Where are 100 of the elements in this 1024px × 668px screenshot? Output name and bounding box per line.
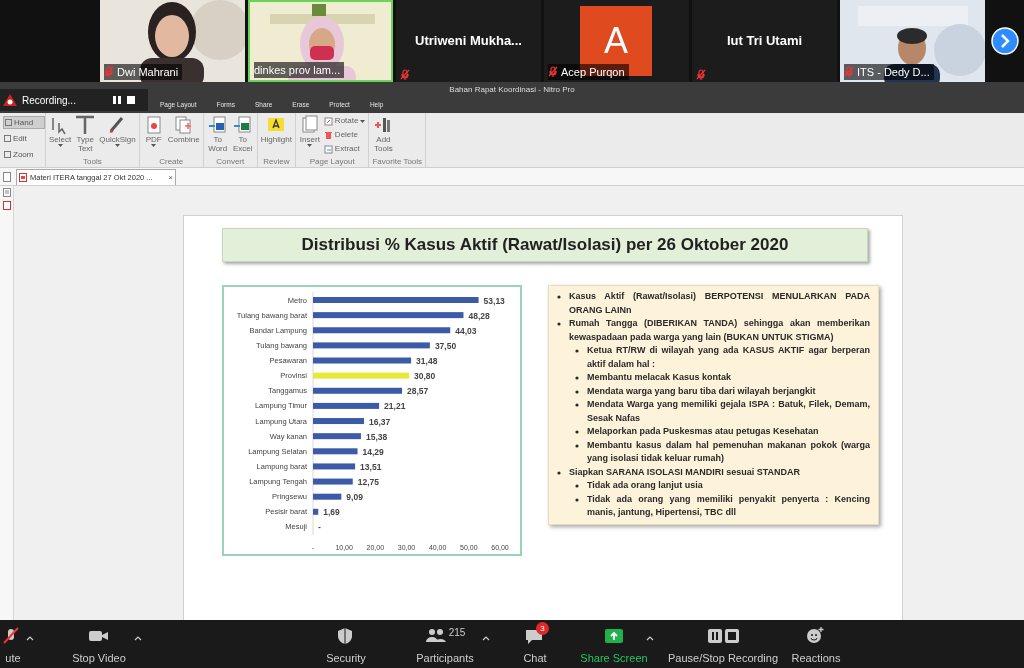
value-label: 1,69 (323, 507, 340, 518)
tool-icon (173, 115, 194, 135)
toolbar-button[interactable]: Share Screen (578, 625, 650, 667)
bullet-icon (557, 295, 561, 299)
toolbar-button[interactable]: Reactions (790, 625, 842, 667)
tool-icon (299, 115, 320, 135)
bullet-icon (575, 349, 579, 353)
value-label: 31,48 (416, 356, 438, 366)
bullet-text: Kasus Aktif (Rawat/Isolasi) BERPOTENSI MENULARKAN PADA ORANG LAINn (569, 290, 870, 317)
page-icon[interactable] (3, 171, 11, 182)
bullet-text: Siapkan SARANA ISOLASI MANDIRI sesuai STANDAR (569, 465, 802, 479)
smiley-icon (805, 626, 827, 646)
ribbon-button[interactable]: To Excel (231, 115, 254, 157)
toolbar-button[interactable]: Security (318, 625, 374, 667)
view-tool-button[interactable]: Edit (3, 132, 45, 145)
ribbon-button[interactable]: PDF (142, 115, 165, 157)
bullet-icon (575, 484, 579, 488)
value-label: - (318, 522, 321, 533)
bullet-icon (575, 430, 579, 434)
window-title: Bahan Rapat Koordinasi - Nitro Pro (449, 84, 575, 95)
participant-name: dinkes prov lam... (254, 62, 341, 78)
ribbon-button[interactable]: Combine (167, 115, 200, 157)
recording-label: Recording... (22, 93, 77, 108)
ribbon-button[interactable]: Highlight (260, 115, 292, 157)
participant-name: ITS - Dedy D... (857, 64, 930, 80)
value-label: 13,51 (360, 461, 382, 472)
stop-icon[interactable] (126, 95, 136, 105)
value-label: 12,75 (357, 477, 379, 488)
value-label: 21,21 (384, 401, 406, 412)
group-label: Page Layout (308, 157, 356, 166)
bullet-icon (575, 376, 579, 380)
caret-icon[interactable] (646, 636, 654, 641)
pause-icon[interactable] (112, 95, 122, 105)
value-label: 15,38 (365, 431, 388, 442)
participant-count: 215 (448, 626, 466, 640)
group-label: Tools (82, 157, 103, 166)
value-label: 48,28 (468, 310, 490, 321)
attachment-icon[interactable] (2, 188, 11, 197)
pause-stop-icon (706, 626, 740, 646)
ribbon-button[interactable]: QuickSign (99, 115, 136, 157)
bullet-icon (575, 389, 579, 394)
caret-icon[interactable] (26, 636, 34, 641)
bullet-icon (557, 470, 561, 475)
participant-name: Utriweni Mukha... (414, 32, 523, 50)
tool-icon (232, 115, 253, 135)
slide-title: Distribusi % Kasus Aktif (Rawat/Isolasi) per 26 Oktober 2020 (222, 228, 868, 262)
ribbon-button[interactable]: Rotate (323, 115, 366, 127)
notification-badge: 3 (536, 622, 549, 635)
close-button[interactable]: × (168, 171, 173, 184)
tool-icon (323, 144, 333, 154)
bullet-text: Tidak ada orang lanjut usia (587, 479, 704, 492)
bullet-text: Membantu kasus dalam hal pemenuhan makanan pokok (warga yang isolasi tidak keluar rumah) (587, 438, 870, 465)
bullet-icon (575, 403, 579, 407)
tool-icon (4, 135, 11, 142)
bullet-text: Membantu melacak Kasus kontak (587, 371, 733, 384)
toolbar-button[interactable]: Pause/Stop Recording (664, 625, 782, 667)
participant-name: Acep Purqon (561, 64, 625, 80)
value-label: 30,80 (414, 371, 436, 382)
ribbon-button[interactable]: Add Tools (372, 115, 395, 157)
view-tool-button[interactable]: Hand (3, 116, 45, 129)
bookmark-icon[interactable] (2, 201, 11, 210)
ribbon-button[interactable]: Type Text (74, 115, 97, 157)
value-label: 9,09 (346, 492, 363, 503)
ribbon-button[interactable]: Select (49, 115, 72, 157)
group-label: Convert (215, 157, 246, 166)
tool-icon (207, 115, 228, 135)
toolbar-button[interactable]: ute (0, 625, 30, 667)
value-label: 37,50 (434, 340, 457, 351)
ribbon-button[interactable]: Delete (323, 129, 366, 141)
bullet-icon (575, 497, 579, 502)
value-label: 28,57 (407, 386, 429, 397)
value-label: 53,13 (483, 295, 505, 306)
group-label: Create (158, 157, 185, 166)
value-label: 14,29 (362, 446, 384, 457)
bullet-text: Ketua RT/RW di wilayah yang ada KASUS AKTIF agar berperan aktif dalam hal : (587, 344, 870, 371)
caret-icon[interactable] (134, 636, 142, 641)
next-page-button[interactable] (991, 27, 1019, 55)
tool-icon (5, 119, 12, 126)
bullet-icon (557, 322, 561, 326)
ribbon-button[interactable]: Extract (323, 143, 366, 155)
tool-icon (323, 116, 333, 126)
ribbon-button[interactable]: To Word (206, 115, 229, 157)
value-label: 16,37 (369, 416, 391, 427)
bullet-text: Mendata Warga yang memiliki gejala ISPA : Batuk, Filek, Demam, Sesak Nafas (587, 398, 870, 425)
group-label: Favorite Tools (372, 157, 423, 166)
toolbar-button[interactable]: 215 Participants (410, 625, 480, 667)
bullet-text: Rumah Tangga (DIBERIKAN TANDA) sehingga akan memberikan kewaspadaan pada warga yang lain (BUKAN UNTUK STIGMA) (569, 317, 870, 344)
view-tool-button[interactable]: Zoom (3, 148, 45, 161)
participant-name: Dwi Mahrani (117, 64, 179, 80)
bullet-text: Mendata warga yang baru tiba dari wilayah berjangkit (587, 384, 817, 398)
bullet-text: Tidak ada orang yang memiliki penyakit penyerta : Kencing manis, jantung, Hipertensi, TBC dll (587, 492, 870, 519)
toolbar-button[interactable]: Stop Video (60, 625, 138, 667)
group-label: Review (262, 157, 291, 166)
ribbon-button[interactable]: Insert (298, 115, 321, 157)
bullet-icon (575, 443, 579, 448)
recording-icon (2, 93, 18, 107)
toolbar-button[interactable]: 3 Chat (513, 625, 557, 667)
tool-icon (4, 151, 11, 158)
caret-icon[interactable] (482, 636, 490, 641)
tool-icon (75, 115, 96, 135)
